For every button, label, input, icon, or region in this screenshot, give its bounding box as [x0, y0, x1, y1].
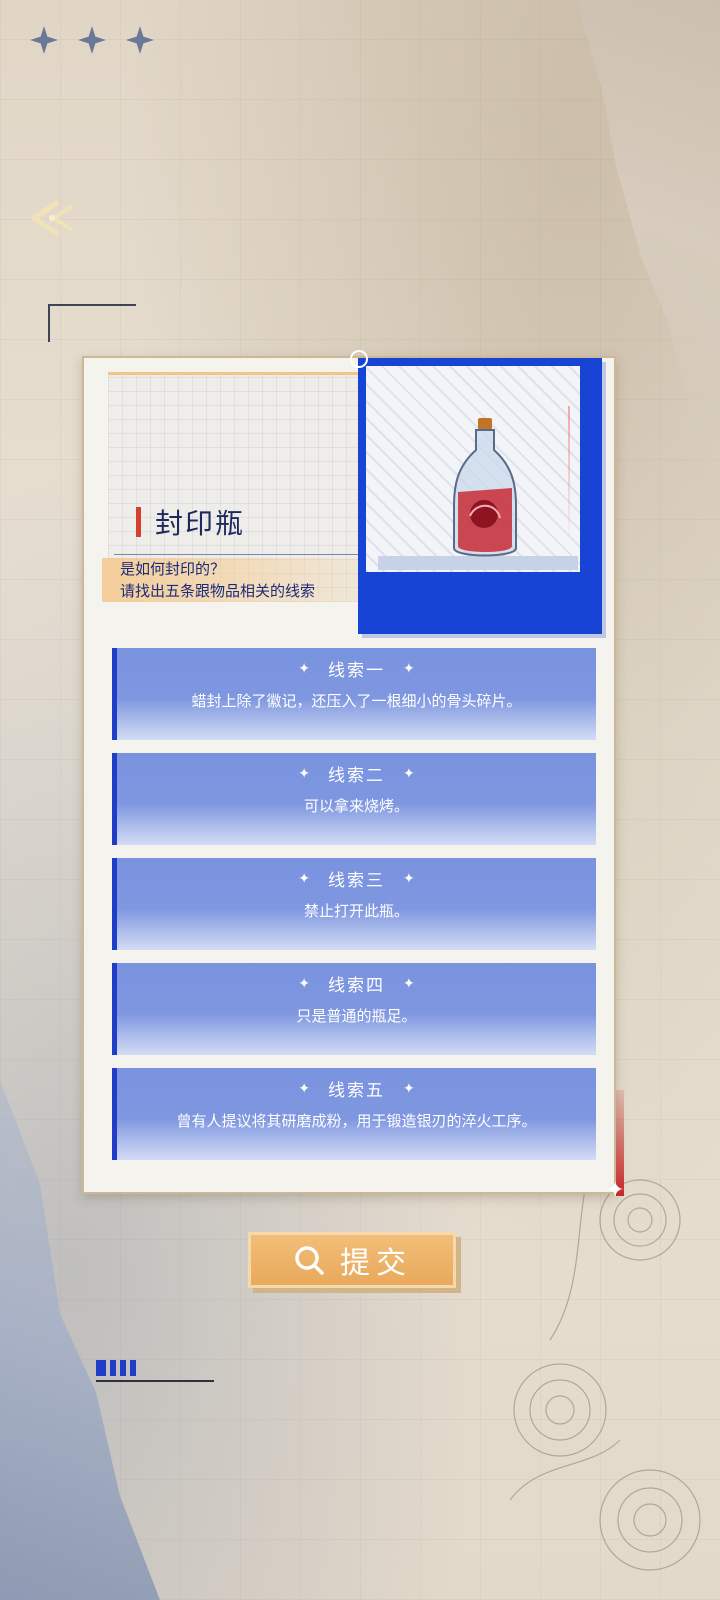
clue-title: 线索五	[328, 1081, 385, 1101]
corner-bracket-decoration	[48, 304, 136, 342]
divider	[114, 554, 364, 555]
rating-stars-decoration	[30, 26, 154, 54]
clue-card[interactable]: ✦ 线索一 ✦ 蜡封上除了徽记，还压入了一根细小的骨头碎片。	[112, 648, 596, 740]
item-title: 封印瓶	[155, 507, 246, 540]
clue-card[interactable]: ✦ 线索三 ✦ 禁止打开此瓶。	[112, 858, 596, 950]
sparkle-icon: ✦	[298, 975, 310, 992]
star-icon	[78, 26, 106, 54]
item-detail-card: 封印瓶 是如何封印的？ 请找出五条跟物品相关的线索 ✦ 线索一 ✦ 蜡封上除了徽…	[82, 350, 616, 1194]
clue-text: 蜡封上除了徽记，还压入了一根细小的骨头碎片。	[191, 692, 522, 710]
page-indicator-line	[96, 1380, 214, 1382]
clue-text: 只是普通的瓶足。	[296, 1007, 417, 1025]
sparkle-icon: ✦	[403, 660, 415, 677]
submit-button[interactable]: 提交	[248, 1232, 456, 1288]
clue-card[interactable]: ✦ 线索四 ✦ 只是普通的瓶足。	[112, 963, 596, 1055]
star-icon	[30, 26, 58, 54]
item-image-panel	[350, 350, 602, 634]
item-title-group: 封印瓶	[136, 502, 245, 542]
clue-text: 曾有人提议将其研磨成粉，用于锻造银刃的淬火工序。	[176, 1112, 537, 1130]
clue-title: 线索一	[328, 661, 385, 681]
clue-title: 线索四	[328, 976, 385, 996]
search-icon	[295, 1246, 324, 1275]
back-button[interactable]	[26, 196, 82, 240]
page-indicator	[96, 1360, 136, 1376]
item-image	[366, 366, 580, 572]
submit-label: 提交	[340, 1246, 412, 1281]
sealed-bottle-icon	[453, 418, 517, 557]
sparkle-icon: ✦	[403, 765, 415, 782]
title-accent-bar	[136, 507, 141, 537]
sparkle-icon: ✦	[606, 1178, 625, 1203]
clue-title: 线索二	[328, 766, 385, 786]
clue-list: ✦ 线索一 ✦ 蜡封上除了徽记，还压入了一根细小的骨头碎片。 ✦ 线索二 ✦ 可…	[112, 648, 596, 1173]
sparkle-icon: ✦	[403, 975, 415, 992]
clue-card[interactable]: ✦ 线索五 ✦ 曾有人提议将其研磨成粉，用于锻造银刃的淬火工序。	[112, 1068, 596, 1160]
clue-text: 可以拿来烧烤。	[303, 797, 409, 815]
sparkle-icon: ✦	[298, 1080, 310, 1097]
star-icon	[126, 26, 154, 54]
back-arrow-icon	[31, 199, 74, 237]
sparkle-icon: ✦	[298, 765, 310, 782]
clue-card[interactable]: ✦ 线索二 ✦ 可以拿来烧烤。	[112, 753, 596, 845]
sparkle-icon: ✦	[298, 660, 310, 677]
sparkle-icon: ✦	[403, 1080, 415, 1097]
clue-text: 禁止打开此瓶。	[303, 902, 409, 920]
clue-title: 线索三	[328, 871, 385, 891]
sparkle-icon: ✦	[298, 870, 310, 887]
sparkle-icon: ✦	[403, 870, 415, 887]
